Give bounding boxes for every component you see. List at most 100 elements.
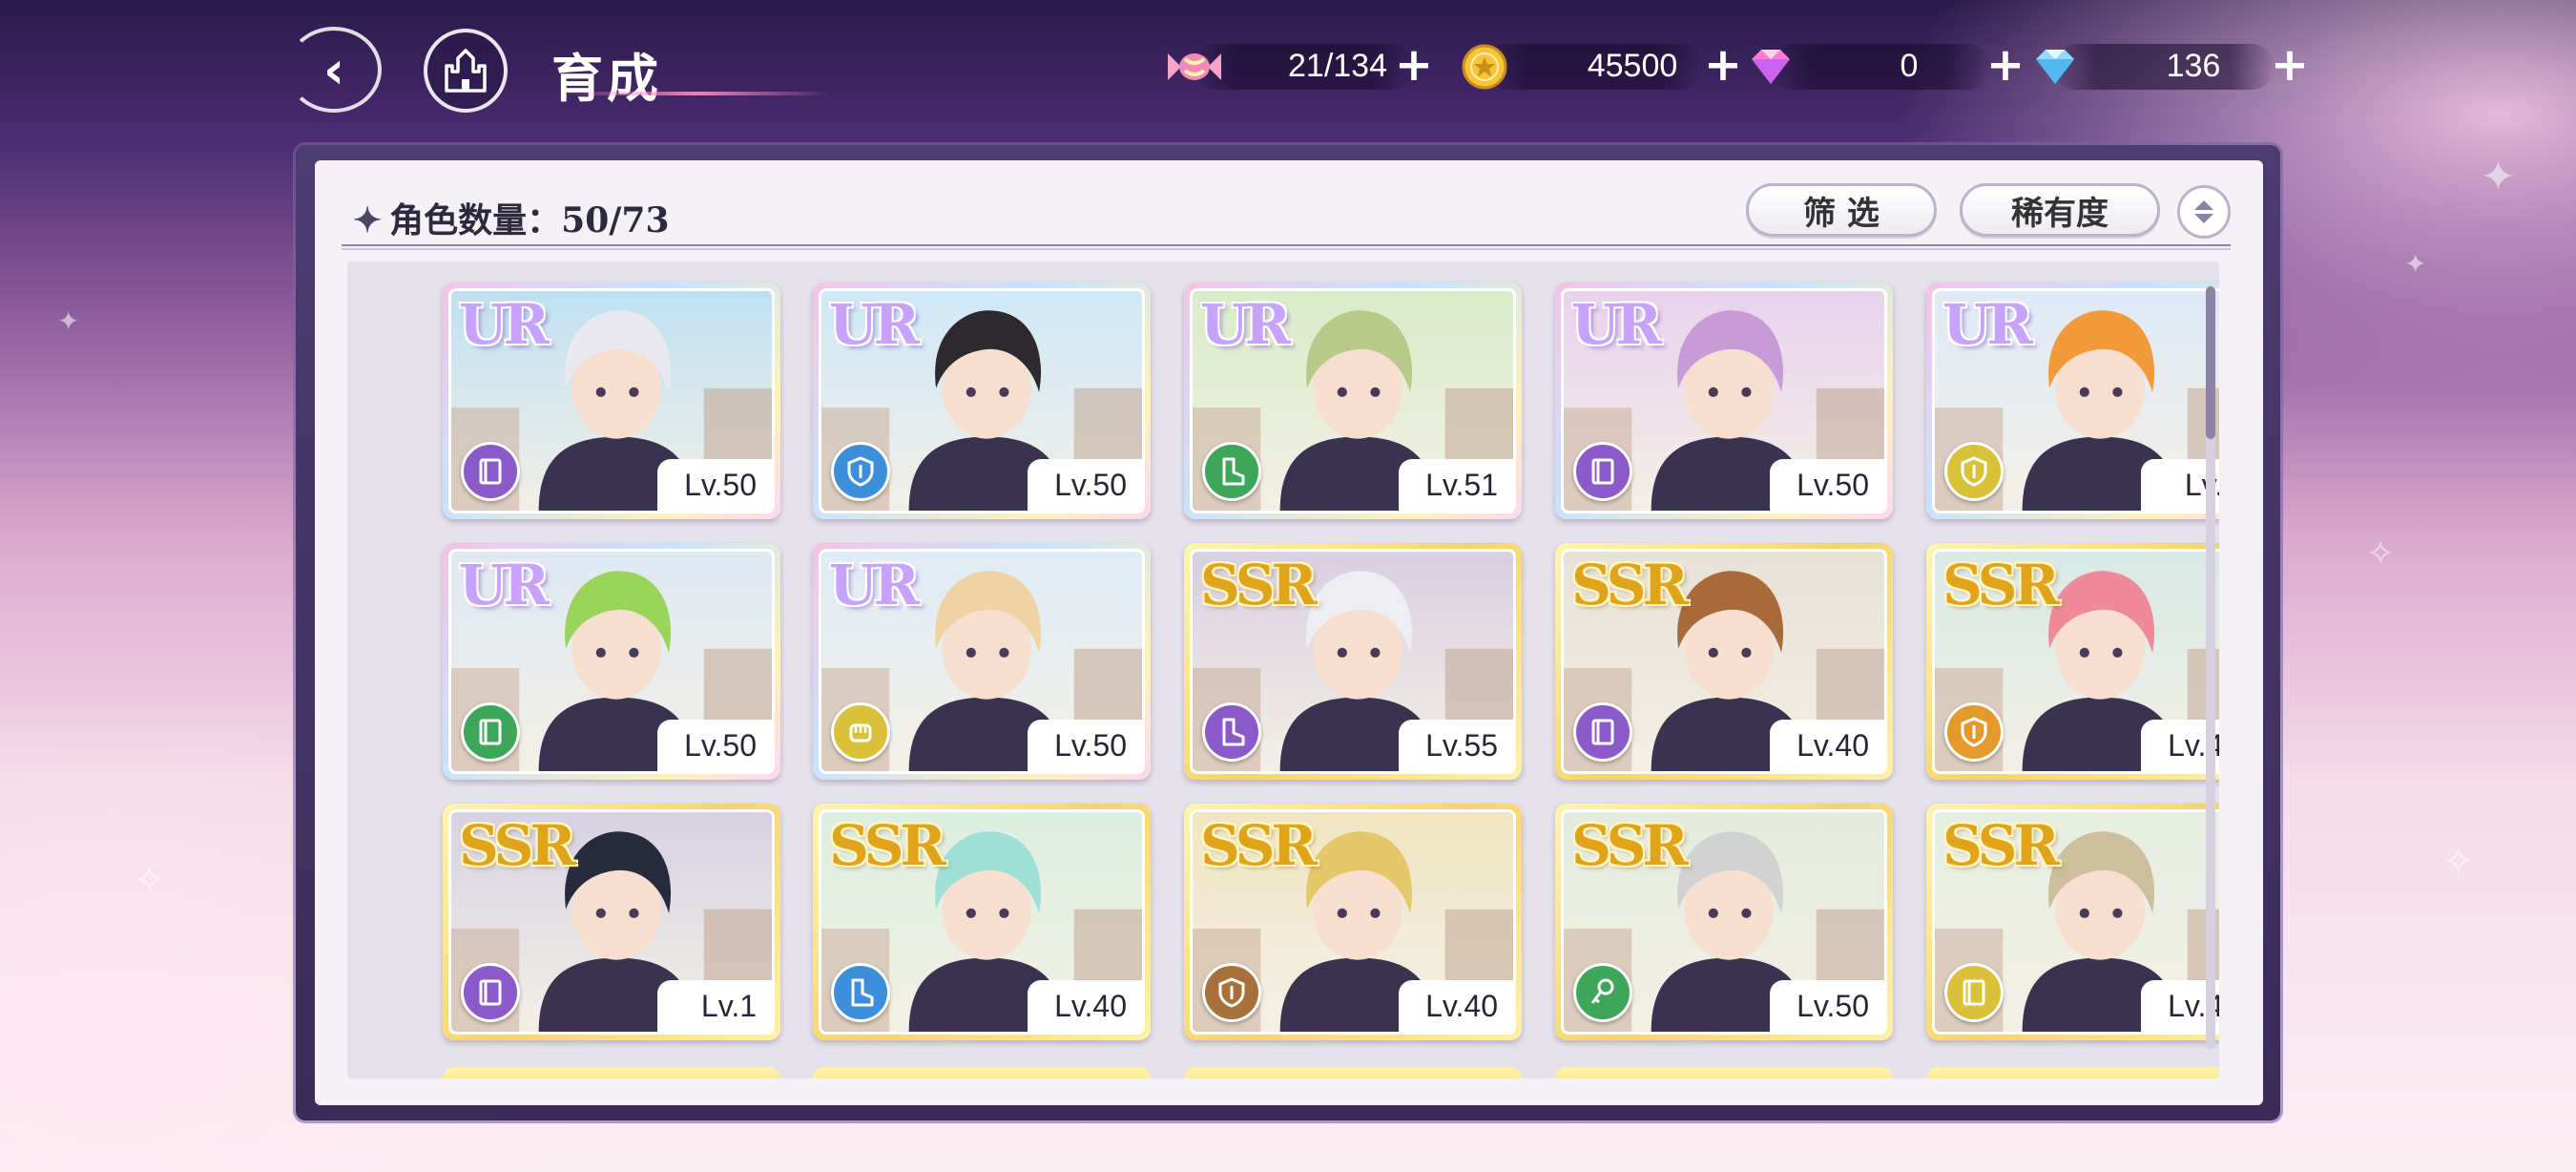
character-card[interactable]: UR Lv.50: [1555, 283, 1893, 519]
level-label: Lv.50: [1770, 459, 1884, 511]
rarity-badge: UR: [1571, 292, 1662, 357]
candy-icon: [1166, 42, 1223, 92]
grid-scrollbar[interactable]: [2206, 286, 2215, 1050]
attribute-badge: [461, 963, 520, 1022]
castle-icon: [445, 49, 487, 93]
character-card-partial[interactable]: [1184, 1067, 1522, 1078]
attribute-shield-icon: [1961, 456, 1987, 487]
rarity-badge: UR: [829, 292, 920, 357]
gold-coin-icon: [1456, 42, 1513, 92]
add-pink-gem-button[interactable]: +: [1983, 42, 2028, 90]
card-portrait-frame: UR Lv.51: [1190, 288, 1516, 513]
character-card-partial[interactable]: [1555, 1067, 1893, 1078]
card-portrait-frame: SSR Lv.1: [448, 809, 775, 1035]
character-card-partial[interactable]: [443, 1067, 780, 1078]
attribute-badge: [1944, 442, 2004, 501]
card-portrait-frame: SSR Lv.50: [1561, 809, 1887, 1035]
attribute-book-icon: [1591, 719, 1614, 745]
home-button[interactable]: [424, 29, 508, 113]
rarity-badge: SSR: [1942, 553, 2060, 617]
character-grid: UR Lv.50 UR Lv.50 UR Lv.51 UR Lv.50 UR L…: [347, 262, 2219, 1078]
rarity-badge: SSR: [829, 813, 946, 878]
level-label: Lv.50: [1028, 459, 1142, 511]
character-card[interactable]: SSR Lv.40: [1555, 543, 1893, 780]
character-card-partial[interactable]: [813, 1067, 1151, 1078]
attribute-badge: [1573, 442, 1632, 501]
rarity-badge: SSR: [1200, 813, 1318, 878]
card-portrait-frame: UR Lv.50: [448, 288, 775, 513]
add-gold-button[interactable]: +: [1700, 42, 1746, 90]
sort-order-toggle[interactable]: [2177, 185, 2231, 239]
sparkle-icon: ✧: [2442, 840, 2475, 884]
gold-value: 45500: [1587, 48, 1678, 84]
character-card[interactable]: SSR Lv.40: [1926, 804, 2219, 1040]
level-label: Lv.55: [1399, 720, 1513, 771]
rarity-badge: SSR: [1571, 553, 1689, 617]
diamond-icon: [2026, 42, 2084, 92]
card-portrait-frame: UR Lv.1: [1932, 288, 2219, 513]
character-card[interactable]: UR Lv.50: [813, 283, 1151, 519]
rarity-badge: UR: [459, 553, 550, 617]
star-icon: ✦: [353, 200, 383, 241]
attribute-shield-icon: [847, 456, 874, 487]
attribute-book-icon: [1963, 979, 1985, 1006]
level-label: Lv.51: [1399, 459, 1513, 511]
rarity-badge: UR: [829, 553, 920, 617]
rarity-badge: UR: [1942, 292, 2033, 357]
character-card[interactable]: SSR Lv.50: [1555, 804, 1893, 1040]
character-card[interactable]: SSR Lv.46: [1926, 543, 2219, 780]
attribute-badge: [1944, 963, 2004, 1022]
character-panel: ✦ 角色数量：50/73 筛 选 稀有度 UR Lv.50 UR Lv.50 U…: [315, 160, 2263, 1105]
filter-button[interactable]: 筛 选: [1746, 183, 1937, 237]
attribute-boot-icon: [1222, 718, 1245, 746]
attribute-boot-icon: [1222, 457, 1245, 486]
scrollbar-thumb[interactable]: [2206, 286, 2215, 439]
character-card[interactable]: UR Lv.1: [1926, 283, 2219, 519]
rarity-badge: SSR: [1200, 553, 1318, 617]
card-portrait-frame: SSR Lv.40: [819, 809, 1145, 1035]
level-label: Lv.50: [1028, 720, 1142, 771]
card-portrait-frame: UR Lv.50: [1561, 288, 1887, 513]
currency-blue-diamond: 136 +: [2026, 40, 2313, 94]
card-portrait-frame: SSR Lv.46: [1932, 549, 2219, 774]
character-card[interactable]: UR Lv.50: [443, 283, 780, 519]
character-card[interactable]: SSR Lv.1: [443, 804, 780, 1040]
page-title: 育成: [551, 49, 662, 109]
character-card-partial[interactable]: [1926, 1067, 2219, 1078]
level-label: Lv.50: [657, 720, 772, 771]
card-portrait-frame: SSR Lv.55: [1190, 549, 1516, 774]
sparkle-icon: ✧: [2366, 534, 2396, 574]
rarity-badge: SSR: [459, 813, 576, 878]
character-card[interactable]: UR Lv.51: [1184, 283, 1522, 519]
character-card[interactable]: UR Lv.50: [443, 543, 780, 780]
pink-gem-icon: [1742, 42, 1799, 92]
add-diamond-button[interactable]: +: [2267, 42, 2313, 90]
panel-header: ✦ 角色数量：50/73 筛 选 稀有度: [315, 160, 2263, 248]
level-label: Lv.40: [1770, 720, 1884, 771]
card-portrait-frame: UR Lv.50: [819, 549, 1145, 774]
level-label: Lv.1: [657, 980, 772, 1032]
currency-pink-gem: 0 +: [1742, 40, 2028, 94]
character-card[interactable]: SSR Lv.55: [1184, 543, 1522, 780]
header-divider: [342, 244, 2231, 250]
card-portrait-frame: SSR Lv.40: [1190, 809, 1516, 1035]
attribute-badge: [1573, 702, 1632, 762]
character-card[interactable]: SSR Lv.40: [813, 804, 1151, 1040]
attribute-book-icon: [479, 719, 502, 745]
title-flourish: [563, 92, 830, 95]
level-label: Lv.50: [1770, 980, 1884, 1032]
sort-rarity-button[interactable]: 稀有度: [1960, 183, 2160, 237]
currency-candy: 21/134 +: [1166, 40, 1452, 94]
character-card[interactable]: UR Lv.50: [813, 543, 1151, 780]
add-candy-button[interactable]: +: [1391, 42, 1437, 90]
character-count: ✦ 角色数量：50/73: [353, 193, 670, 242]
card-portrait-frame: UR Lv.50: [448, 549, 775, 774]
attribute-boot-icon: [851, 978, 874, 1007]
character-card[interactable]: SSR Lv.40: [1184, 804, 1522, 1040]
currency-gold: 45500 +: [1456, 40, 1742, 94]
rarity-badge: SSR: [1942, 813, 2060, 878]
pink-gem-value: 0: [1900, 48, 1919, 84]
sort-arrows-icon: [2194, 200, 2213, 223]
attribute-badge: [1944, 702, 2004, 762]
back-button[interactable]: ‹: [286, 27, 382, 113]
